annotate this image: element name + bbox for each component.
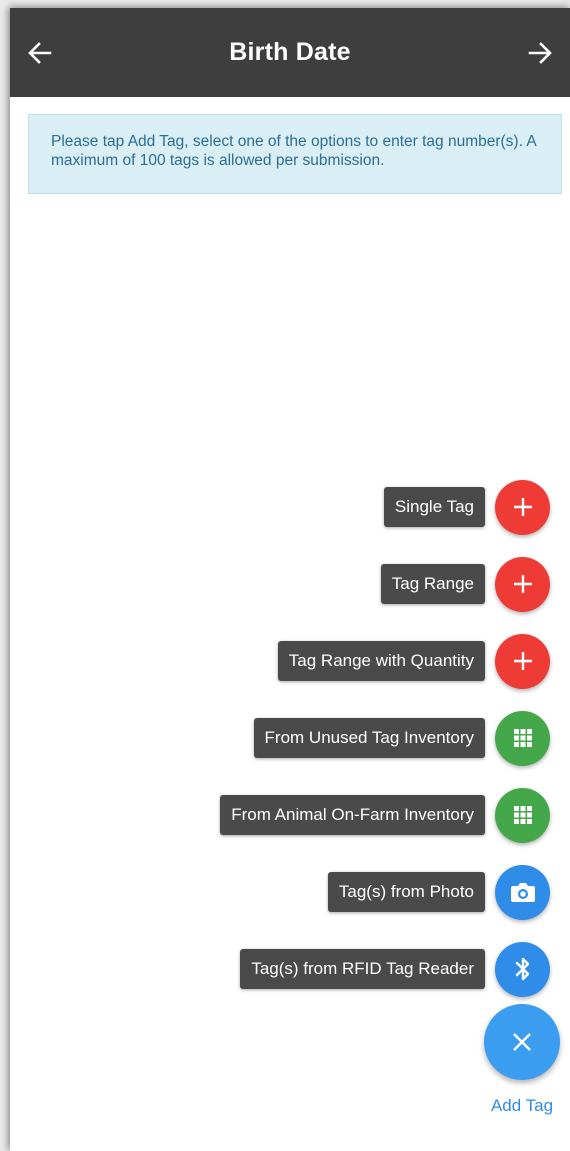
- bluetooth-icon: [515, 957, 529, 981]
- single-tag-label[interactable]: Single Tag: [383, 487, 485, 527]
- grid-icon: [513, 729, 532, 747]
- tag-range-quantity-label[interactable]: Tag Range with Quantity: [277, 641, 485, 681]
- arrow-left-icon: [28, 41, 52, 64]
- close-icon: [513, 1033, 531, 1051]
- app-screen: Birth Date Please tap Add Tag, select on…: [10, 8, 570, 1151]
- back-button[interactable]: [10, 8, 70, 97]
- tag-range-label[interactable]: Tag Range: [380, 564, 485, 604]
- unused-tag-inventory-option[interactable]: From Unused Tag Inventory: [253, 710, 550, 766]
- tag-range-button[interactable]: [495, 556, 550, 612]
- animal-on-farm-inventory-option[interactable]: From Animal On-Farm Inventory: [220, 787, 550, 843]
- single-tag-option[interactable]: Single Tag: [383, 479, 550, 535]
- animal-on-farm-inventory-label[interactable]: From Animal On-Farm Inventory: [220, 795, 485, 835]
- add-tag-label[interactable]: Add Tag: [476, 1096, 568, 1116]
- tags-from-photo-label[interactable]: Tag(s) from Photo: [327, 872, 485, 912]
- unused-tag-inventory-button[interactable]: [495, 710, 550, 766]
- tags-from-rfid-label[interactable]: Tag(s) from RFID Tag Reader: [240, 949, 485, 989]
- plus-icon: [513, 652, 532, 670]
- add-tag-fab[interactable]: [484, 1004, 560, 1080]
- tags-from-rfid-button[interactable]: [495, 941, 550, 997]
- tags-from-photo-button[interactable]: [495, 864, 550, 920]
- single-tag-button[interactable]: [495, 479, 550, 535]
- arrow-right-icon: [528, 41, 552, 64]
- info-message: Please tap Add Tag, select one of the op…: [28, 114, 562, 194]
- plus-icon: [513, 498, 532, 516]
- forward-button[interactable]: [510, 8, 570, 97]
- grid-icon: [513, 806, 532, 824]
- page-title: Birth Date: [229, 38, 351, 66]
- animal-on-farm-inventory-button[interactable]: [495, 787, 550, 843]
- plus-icon: [513, 575, 532, 593]
- camera-icon: [510, 883, 535, 902]
- tag-range-quantity-option[interactable]: Tag Range with Quantity: [277, 633, 550, 689]
- tags-from-rfid-option[interactable]: Tag(s) from RFID Tag Reader: [240, 941, 550, 997]
- tags-from-photo-option[interactable]: Tag(s) from Photo: [327, 864, 550, 920]
- unused-tag-inventory-label[interactable]: From Unused Tag Inventory: [253, 718, 485, 758]
- tag-range-option[interactable]: Tag Range: [380, 556, 550, 612]
- app-bar: Birth Date: [10, 8, 570, 97]
- tag-range-quantity-button[interactable]: [495, 633, 550, 689]
